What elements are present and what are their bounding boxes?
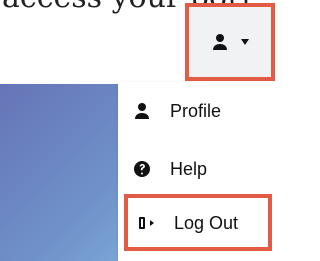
menu-item-label: Log Out [174, 212, 239, 233]
menu-item-profile[interactable]: Profile [118, 82, 278, 140]
menu-item-label: Help [170, 159, 208, 179]
account-menu-button[interactable] [185, 3, 275, 81]
chevron-down-icon [240, 38, 250, 46]
question-circle-icon [132, 159, 152, 179]
user-icon [211, 33, 229, 51]
account-dropdown-menu: Profile Help Log Out [118, 82, 278, 261]
menu-item-help[interactable]: Help [118, 140, 278, 198]
menu-item-logout[interactable]: Log Out [124, 194, 272, 251]
menu-item-label: Profile [170, 101, 222, 121]
user-icon [132, 101, 152, 121]
sign-out-icon [136, 213, 156, 233]
page: access your port Profile [0, 0, 278, 261]
